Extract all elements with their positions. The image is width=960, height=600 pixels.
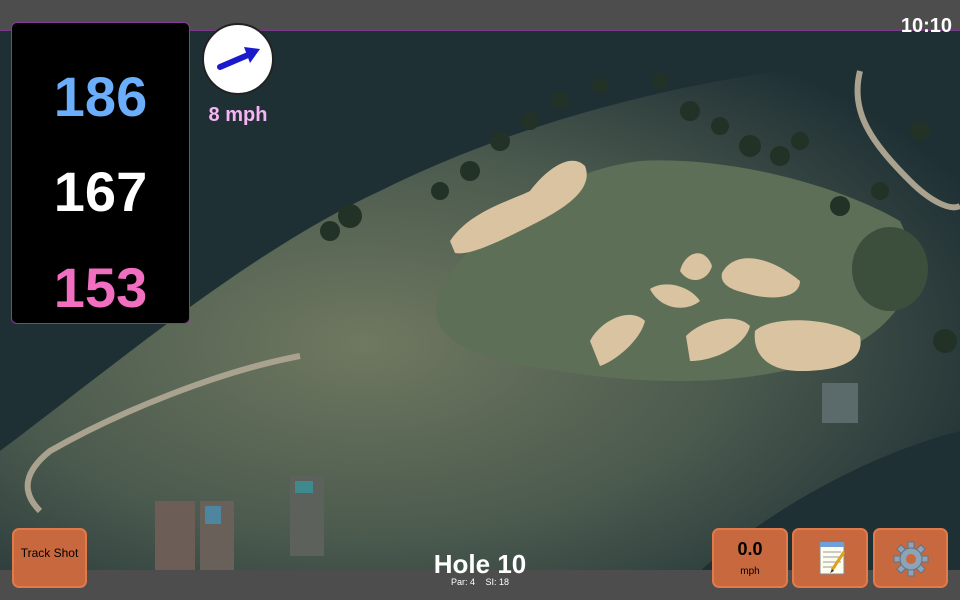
wind-indicator xyxy=(202,23,274,95)
hole-meta: Par: 4 SI: 18 xyxy=(380,577,580,587)
notepad-icon xyxy=(819,542,846,575)
pool xyxy=(295,481,313,493)
pond xyxy=(852,227,928,311)
si-label: SI: 18 xyxy=(485,577,510,587)
settings-button[interactable] xyxy=(873,528,948,588)
par-label: Par: 4 xyxy=(450,577,475,587)
front-distance: 153 xyxy=(53,256,148,319)
gear-icon xyxy=(893,541,929,577)
wind-speed: 8 mph xyxy=(208,104,268,126)
pool xyxy=(205,506,221,524)
house xyxy=(155,501,195,571)
speed-button[interactable]: 0.0 mph xyxy=(712,528,788,588)
distance-panel: 186 167 153 xyxy=(11,22,190,324)
clock: 10:10 xyxy=(900,15,952,37)
house xyxy=(822,383,858,423)
arrow-icon xyxy=(217,47,260,70)
middle-distance: 167 xyxy=(53,160,148,223)
track-shot-button[interactable]: Track Shot xyxy=(12,528,87,588)
speed-value: 0.0 xyxy=(737,539,763,559)
back-distance: 186 xyxy=(53,65,148,128)
hole-title: Hole 10 xyxy=(433,549,527,579)
speed-unit: mph xyxy=(740,566,760,577)
notes-button[interactable] xyxy=(792,528,868,588)
